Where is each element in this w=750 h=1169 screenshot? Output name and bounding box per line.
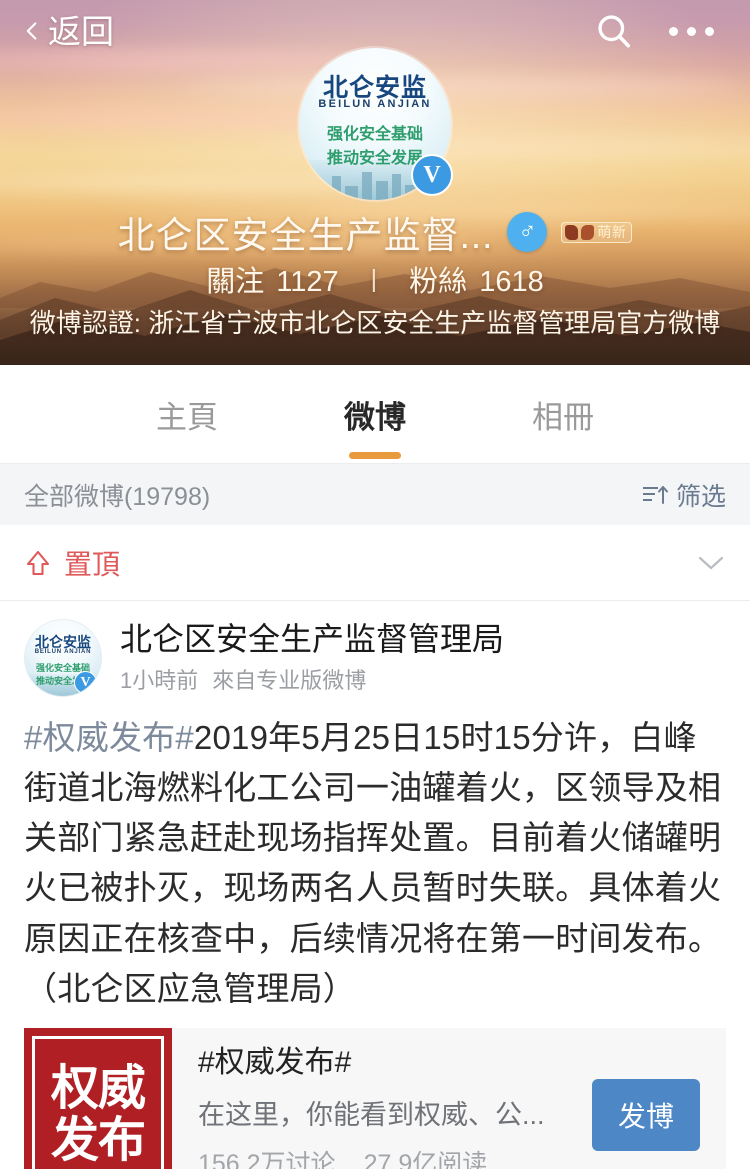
- verified-badge-icon: V: [411, 154, 453, 196]
- profile-cover: 返回 北仑安监 BEILUN ANJIAN 强化安全基础 推动安全发展 V 北仑…: [0, 0, 750, 365]
- profile-stats: 關注 1127 | 粉絲 1618: [0, 258, 750, 300]
- topic-thumbnail-inner: 权威 发布: [32, 1035, 164, 1169]
- topic-action: 发博: [591, 1028, 726, 1169]
- tab-home-label: 主頁: [156, 399, 218, 435]
- topic-thumbnail: 权威 发布: [24, 1027, 172, 1169]
- post-body-text: 2019年5月25日15时15分许，白峰街道北海燃料化工公司一油罐着火，区领导及…: [24, 719, 722, 1007]
- cloud-streak: [180, 80, 740, 93]
- all-weibo-count: 全部微博(19798): [24, 482, 211, 511]
- chevron-left-icon: [26, 22, 37, 40]
- filter-bar: 全部微博(19798) 筛选: [0, 463, 750, 525]
- level-badge-label: 萌新: [597, 224, 627, 240]
- profile-tab-bar: 主頁 微博 相冊: [0, 365, 750, 463]
- level-badge[interactable]: 萌新: [561, 221, 633, 243]
- topic-card[interactable]: 权威 发布 #权威发布# 在这里，你能看到权威、公... 156.2万讨论 27…: [24, 1027, 726, 1169]
- topic-description: 在这里，你能看到权威、公...: [198, 1099, 545, 1130]
- following-label: 關注: [206, 266, 265, 298]
- avatar-subtitle: BEILUN ANJIAN: [318, 98, 432, 110]
- filter-label: 筛选: [675, 482, 726, 511]
- dot: [705, 26, 714, 36]
- topic-thumb-line1: 权威: [50, 1061, 146, 1115]
- avatar-slogan-line1: 强化安全基础: [326, 126, 423, 143]
- verification-line: 微博認證: 浙江省宁波市北仑区安全生产监督管理局官方微博: [29, 308, 721, 338]
- topic-stats: 156.2万讨论 27.9亿阅读: [198, 1144, 578, 1169]
- tab-album[interactable]: 相冊: [528, 386, 598, 443]
- tab-weibo-label: 微博: [344, 399, 406, 435]
- topic-thumb-line2: 发布: [50, 1113, 146, 1167]
- stats-separator: |: [370, 264, 378, 293]
- topic-info: #权威发布# 在这里，你能看到权威、公... 156.2万讨论 27.9亿阅读: [172, 1028, 592, 1169]
- post-weibo-button[interactable]: 发博: [591, 1078, 700, 1151]
- post-hashtag[interactable]: #权威发布#: [24, 719, 194, 756]
- dot: [669, 26, 678, 36]
- followers-count: 1618: [479, 266, 544, 298]
- post-header: 北仑安监 BEILUN ANJIAN 强化安全基础 推动安全发展 V 北仑区安全…: [24, 619, 726, 697]
- sort-filter-icon: [642, 485, 668, 504]
- pinned-row: 置頂: [0, 525, 750, 601]
- back-button[interactable]: 返回: [22, 15, 114, 48]
- tab-weibo[interactable]: 微博: [340, 386, 410, 459]
- post-time: 1小時前: [120, 668, 199, 694]
- post-author-avatar[interactable]: 北仑安监 BEILUN ANJIAN 强化安全基础 推动安全发展 V: [24, 619, 102, 697]
- top-bar-actions: [595, 12, 716, 50]
- topic-reads: 27.9亿阅读: [363, 1149, 488, 1169]
- topic-title: #权威发布#: [198, 1045, 352, 1079]
- badge-bean-icon: [565, 224, 579, 240]
- filter-button[interactable]: 筛选: [642, 477, 726, 513]
- weibo-profile-page: 返回 北仑安监 BEILUN ANJIAN 强化安全基础 推动安全发展 V 北仑…: [0, 0, 750, 1169]
- tab-active-underline: [349, 451, 401, 459]
- pin-top-icon: [26, 550, 50, 575]
- weibo-post: 北仑安监 BEILUN ANJIAN 强化安全基础 推动安全发展 V 北仑区安全…: [0, 601, 750, 1169]
- post-author-name[interactable]: 北仑区安全生产监督管理局: [120, 621, 504, 658]
- tab-home[interactable]: 主頁: [152, 386, 222, 443]
- profile-avatar[interactable]: 北仑安监 BEILUN ANJIAN 强化安全基础 推动安全发展 V: [299, 48, 453, 200]
- chevron-down-icon[interactable]: [696, 554, 726, 572]
- post-body: #权威发布#2019年5月25日15时15分许，白峰街道北海燃料化工公司一油罐着…: [24, 713, 726, 1014]
- tab-album-label: 相冊: [532, 399, 594, 435]
- profile-name-row: 北仑区安全生产监督... ♂ 萌新: [0, 205, 750, 259]
- post-source: 來自专业版微博: [212, 668, 367, 694]
- following-count: 1127: [276, 266, 339, 298]
- following-stat[interactable]: 關注 1127: [206, 258, 338, 300]
- pinned-label: 置頂: [64, 548, 121, 580]
- topic-discussions: 156.2万讨论: [198, 1149, 336, 1169]
- profile-display-name: 北仑区安全生产监督...: [117, 215, 494, 256]
- post-avatar-subtitle: BEILUN ANJIAN: [34, 649, 92, 655]
- followers-label: 粉絲: [409, 266, 468, 298]
- back-label: 返回: [48, 12, 114, 50]
- post-verified-badge-icon: V: [74, 671, 97, 694]
- search-icon[interactable]: [595, 12, 633, 50]
- dot: [687, 26, 696, 36]
- more-dots-icon[interactable]: [667, 19, 716, 44]
- followers-stat[interactable]: 粉絲 1618: [409, 258, 544, 300]
- top-navigation-bar: 返回: [0, 0, 750, 62]
- post-meta: 北仑区安全生产监督管理局 1小時前 來自专业版微博: [120, 621, 504, 696]
- post-submeta: 1小時前 來自专业版微博: [120, 663, 504, 695]
- badge-bean-icon: [581, 224, 595, 240]
- male-gender-icon: ♂: [507, 212, 548, 252]
